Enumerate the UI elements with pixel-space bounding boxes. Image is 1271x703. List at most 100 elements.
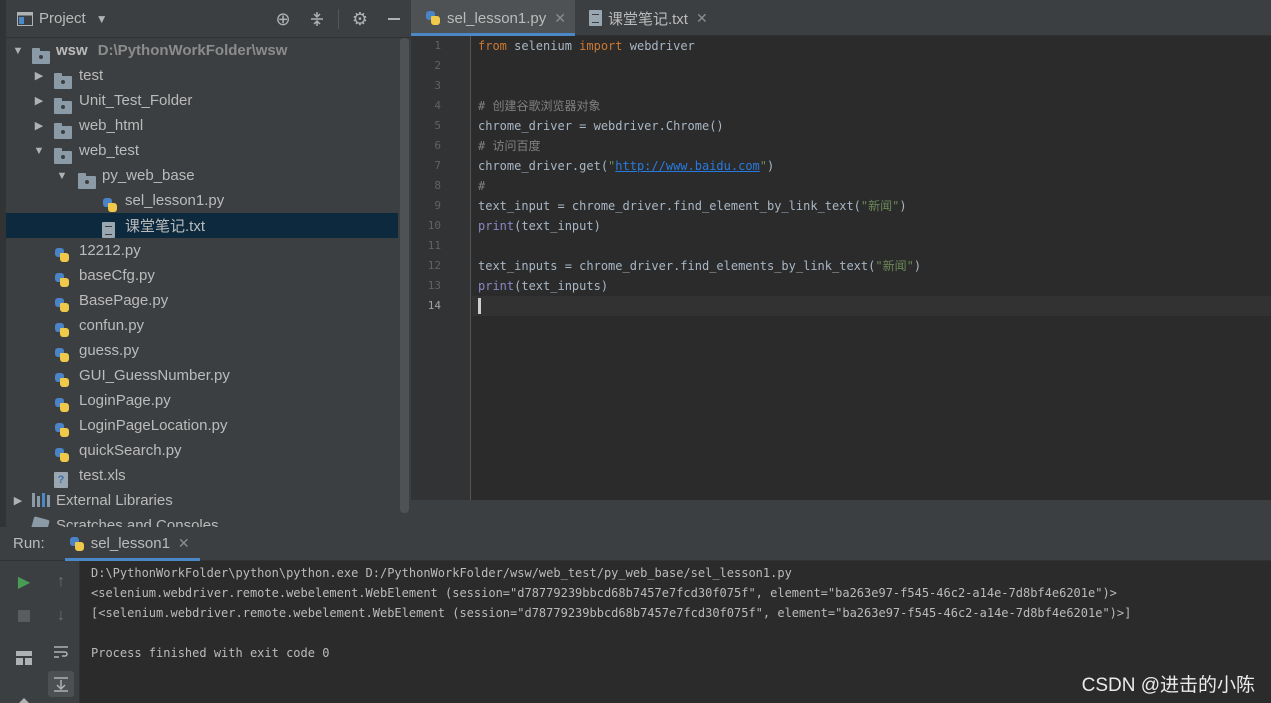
line-number: 12	[427, 259, 441, 272]
scroll-to-end-icon[interactable]	[48, 671, 74, 697]
code-token: (text_inputs)	[514, 279, 609, 293]
tree-item[interactable]: LoginPageLocation.py	[6, 413, 398, 438]
close-icon[interactable]: ✕	[554, 10, 566, 27]
editor-tab-label: 课堂笔记.txt	[607, 10, 688, 28]
scroll-down-icon[interactable]: ↓	[48, 603, 74, 629]
tree-item[interactable]: 12212.py	[6, 238, 398, 263]
python-file-icon	[425, 10, 441, 26]
tree-item[interactable]: ▼ web_test	[6, 138, 398, 164]
tree-item-label: guess.py	[79, 342, 140, 359]
code-token: "	[759, 159, 768, 173]
code-token: text_inputs = chrome_driver.find_element…	[478, 259, 876, 273]
close-icon[interactable]: ✕	[696, 10, 708, 27]
code-line: #	[478, 176, 485, 196]
line-number: 5	[434, 119, 441, 132]
tree-item[interactable]: ▶ test	[6, 63, 398, 89]
tree-scrollbar-thumb[interactable]	[400, 38, 409, 513]
python-file-icon	[54, 297, 70, 313]
expanded-arrow-icon[interactable]: ▼	[33, 145, 45, 157]
code-token: # 创建谷歌浏览器对象	[478, 99, 601, 113]
line-number-gutter: 1 2 3 4 5 6 7 8 9 10 11 12 13 14	[411, 36, 471, 500]
collapsed-arrow-icon[interactable]: ▶	[12, 494, 24, 507]
code-token: http://www.baidu.com	[615, 159, 760, 173]
tree-item-label: confun.py	[79, 317, 145, 334]
tree-item[interactable]: ▶ web_html	[6, 113, 398, 139]
tree-item[interactable]: ? test.xls	[6, 463, 398, 488]
project-title: Project	[39, 10, 86, 27]
close-icon[interactable]: ✕	[178, 535, 190, 552]
tree-item[interactable]: confun.py	[6, 313, 398, 338]
code-token: import	[579, 39, 623, 53]
console-line: Process finished with exit code 0	[91, 646, 330, 660]
run-tab-label: sel_lesson1	[90, 535, 170, 552]
minimize-icon[interactable]	[377, 0, 411, 38]
run-label: Run:	[13, 535, 45, 552]
tree-item[interactable]: guess.py	[6, 338, 398, 363]
editor: sel_lesson1.py ✕ 课堂笔记.txt ✕ 1 2 3 4 5 6 7 8 9 10 11 12…	[411, 0, 1271, 527]
collapsed-arrow-icon[interactable]: ▶	[33, 119, 45, 132]
text-cursor	[478, 298, 481, 314]
gear-icon[interactable]: ⚙	[343, 0, 377, 38]
python-file-icon	[54, 272, 70, 288]
soft-wrap-icon[interactable]	[48, 639, 74, 665]
console-output[interactable]: D:\PythonWorkFolder\python\python.exe D:…	[91, 563, 1261, 663]
tree-item[interactable]: baseCfg.py	[6, 263, 398, 288]
code-line: print(text_input)	[478, 216, 601, 236]
code-token: webdriver	[622, 39, 695, 53]
collapse-icon[interactable]	[300, 0, 334, 38]
expanded-arrow-icon[interactable]: ▼	[56, 170, 68, 182]
tree-item[interactable]: 课堂笔记.txt	[6, 213, 398, 238]
tree-item-path: D:\PythonWorkFolder\wsw	[97, 42, 288, 59]
tree-scrollbar[interactable]	[398, 38, 411, 527]
tree-item[interactable]: Scratches and Consoles	[6, 513, 398, 527]
code-line: # 访问百度	[478, 136, 540, 156]
tree-item[interactable]: sel_lesson1.py	[6, 188, 398, 213]
pin-icon[interactable]	[11, 691, 37, 703]
layout-icon[interactable]	[11, 645, 37, 671]
code-area[interactable]: from selenium import webdriver # 创建谷歌浏览器对…	[472, 36, 1271, 500]
editor-tab[interactable]: sel_lesson1.py ✕	[411, 0, 575, 36]
code-token: )	[899, 199, 907, 213]
scratch-icon	[30, 516, 50, 527]
tree-item-label: web_test	[79, 142, 140, 159]
code-token: (text_input)	[514, 219, 601, 233]
project-view-selector[interactable]: Project ▼	[17, 10, 108, 27]
line-number: 7	[434, 159, 441, 172]
code-line: chrome_driver.get("http://www.baidu.com"…	[478, 156, 774, 176]
tree-item-label: BasePage.py	[79, 292, 169, 309]
tree-item[interactable]: quickSearch.py	[6, 438, 398, 463]
python-file-icon	[54, 422, 70, 438]
python-file-icon	[54, 447, 70, 463]
project-panel: Project ▼ ⊕ ⚙ ▼ wsw D:\PythonWorkFolder\ws…	[0, 0, 411, 527]
tree-item[interactable]: ▶ External Libraries	[6, 488, 398, 513]
collapsed-arrow-icon[interactable]: ▶	[33, 69, 45, 82]
tree-item[interactable]: ▶ Unit_Test_Folder	[6, 88, 398, 114]
code-token: "新闻"	[875, 259, 914, 273]
tree-item-label: wsw D:\PythonWorkFolder\wsw	[56, 42, 288, 59]
scroll-up-icon[interactable]: ↑	[48, 569, 74, 595]
crosshair-icon[interactable]: ⊕	[266, 0, 300, 38]
code-token: chrome_driver.get(	[478, 159, 609, 173]
rerun-icon[interactable]: ▶	[11, 569, 37, 595]
tree-item[interactable]: BasePage.py	[6, 288, 398, 313]
run-tab[interactable]: sel_lesson1 ✕	[64, 527, 200, 561]
collapsed-arrow-icon[interactable]: ▶	[33, 94, 45, 107]
code-token: print	[478, 279, 515, 293]
console-line: <selenium.webdriver.remote.webelement.We…	[91, 586, 1117, 600]
tree-item[interactable]: LoginPage.py	[6, 388, 398, 413]
tree-item-label: test	[79, 67, 104, 84]
python-file-icon	[54, 247, 70, 263]
run-panel: Run: sel_lesson1 ✕ ▶ ↑ ↓ D:\PythonWorkFo…	[0, 527, 1271, 703]
python-file-icon	[54, 322, 70, 338]
code-line: print(text_inputs)	[478, 276, 608, 296]
tree-item[interactable]: GUI_GuessNumber.py	[6, 363, 398, 388]
tree-item[interactable]: ▼ wsw D:\PythonWorkFolder\wsw	[6, 38, 398, 64]
expanded-arrow-icon[interactable]: ▼	[12, 45, 24, 57]
tree-item-label: LoginPageLocation.py	[79, 417, 228, 434]
editor-tab[interactable]: 课堂笔记.txt ✕	[575, 0, 717, 36]
stop-icon[interactable]	[11, 603, 37, 629]
tree-item[interactable]: ▼ py_web_base	[6, 163, 398, 189]
line-number: 14	[427, 299, 441, 312]
code-line: # 创建谷歌浏览器对象	[478, 96, 600, 116]
code-token: # 访问百度	[478, 139, 541, 153]
